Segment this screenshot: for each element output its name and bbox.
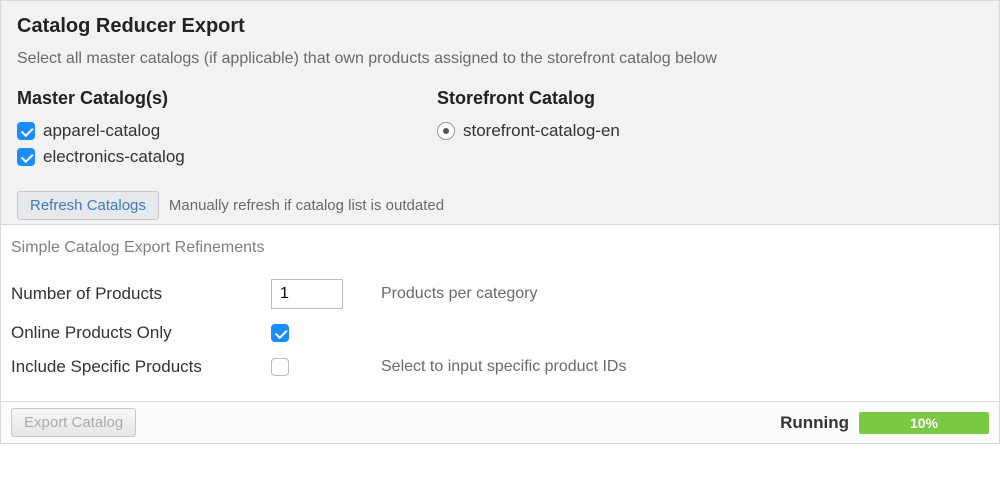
radio-icon[interactable] xyxy=(437,122,455,140)
number-of-products-label: Number of Products xyxy=(11,284,271,304)
include-specific-products-label: Include Specific Products xyxy=(11,357,271,377)
refinements-title: Simple Catalog Export Refinements xyxy=(11,239,989,257)
progress-bar: 10% xyxy=(859,412,989,434)
refresh-catalogs-button[interactable]: Refresh Catalogs xyxy=(17,191,159,220)
storefront-catalog-heading: Storefront Catalog xyxy=(437,88,983,109)
refinements-panel: Simple Catalog Export Refinements Number… xyxy=(0,225,1000,401)
include-specific-products-checkbox[interactable] xyxy=(271,358,289,376)
storefront-catalog-item[interactable]: storefront-catalog-en xyxy=(437,121,983,141)
number-of-products-input[interactable] xyxy=(271,279,343,309)
master-catalog-label: apparel-catalog xyxy=(43,121,160,141)
checkbox-icon[interactable] xyxy=(17,148,35,166)
export-catalog-button[interactable]: Export Catalog xyxy=(11,408,136,437)
page-subtitle: Select all master catalogs (if applicabl… xyxy=(17,50,983,68)
status-label: Running xyxy=(780,413,849,433)
master-catalog-label: electronics-catalog xyxy=(43,147,185,167)
online-products-only-label: Online Products Only xyxy=(11,323,271,343)
catalog-config-panel: Catalog Reducer Export Select all master… xyxy=(0,0,1000,225)
master-catalogs-heading: Master Catalog(s) xyxy=(17,88,377,109)
online-products-only-row: Online Products Only xyxy=(11,323,989,343)
number-of-products-row: Number of Products Products per category xyxy=(11,279,989,309)
progress-text: 10% xyxy=(859,412,989,434)
master-catalog-item[interactable]: electronics-catalog xyxy=(17,147,377,167)
include-specific-products-row: Include Specific Products Select to inpu… xyxy=(11,357,989,377)
page-title: Catalog Reducer Export xyxy=(17,15,983,38)
number-of-products-help: Products per category xyxy=(381,285,538,303)
refresh-help-text: Manually refresh if catalog list is outd… xyxy=(169,197,444,214)
storefront-catalog-label: storefront-catalog-en xyxy=(463,121,620,141)
master-catalog-item[interactable]: apparel-catalog xyxy=(17,121,377,141)
footer-bar: Export Catalog Running 10% xyxy=(0,401,1000,444)
storefront-catalog-column: Storefront Catalog storefront-catalog-en xyxy=(437,88,983,173)
master-catalogs-column: Master Catalog(s) apparel-catalog electr… xyxy=(17,88,377,173)
checkbox-icon[interactable] xyxy=(17,122,35,140)
include-specific-products-help: Select to input specific product IDs xyxy=(381,358,626,376)
online-products-only-checkbox[interactable] xyxy=(271,324,289,342)
